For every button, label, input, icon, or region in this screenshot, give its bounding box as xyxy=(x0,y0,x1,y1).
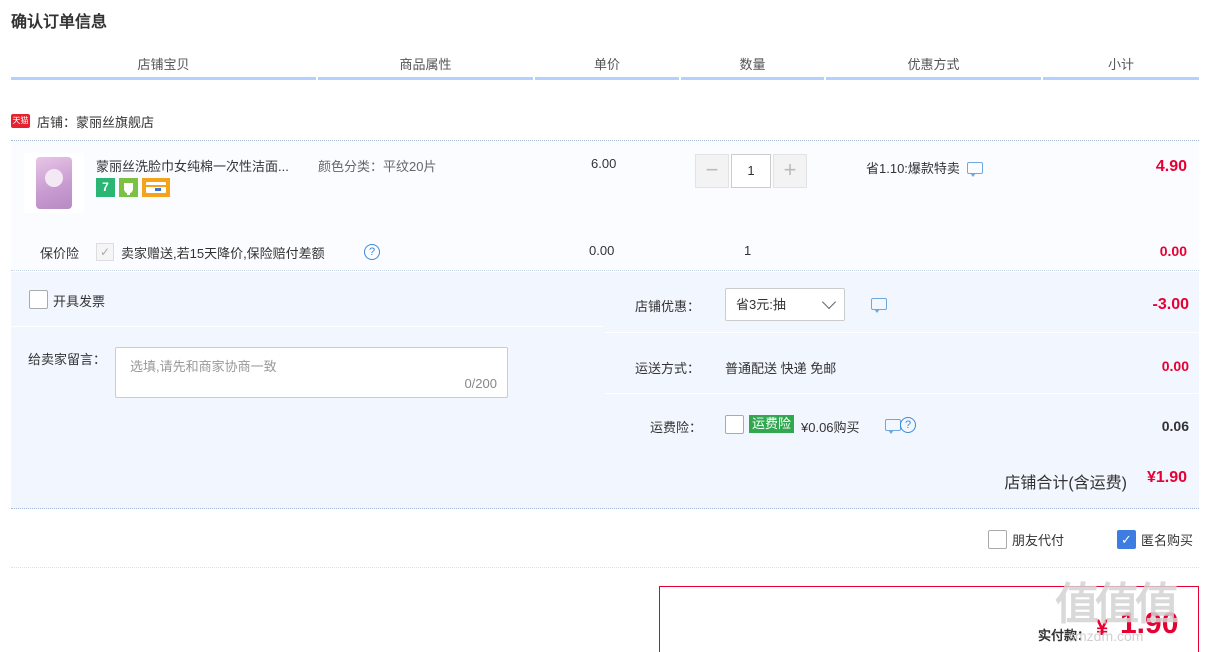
credit-card-icon[interactable] xyxy=(142,178,170,197)
freight-insurance-value: 0.06 xyxy=(1161,418,1189,434)
freight-insurance-checkbox[interactable] xyxy=(725,415,744,434)
shipping-label: 运送方式： xyxy=(635,361,701,376)
column-header-qty: 数量 xyxy=(681,52,824,80)
insurance-subtotal: 0.00 xyxy=(1159,243,1187,259)
comment-icon[interactable] xyxy=(885,419,901,434)
insurance-qty: 1 xyxy=(744,243,752,258)
shop-line: 天猫 店铺：蒙丽丝旗舰店 xyxy=(11,110,154,132)
shipping-value: 0.00 xyxy=(1161,358,1189,374)
freight-insurance-tag: 运费险 xyxy=(749,415,795,433)
shop-discount-row: 店铺优惠： 省3元:抽 -3.00 xyxy=(605,272,1199,333)
shop-total-value: ¥1.90 xyxy=(1146,469,1187,486)
invoice-label[interactable]: 开具发票 xyxy=(53,291,105,310)
friend-pay-checkbox[interactable] xyxy=(988,530,1007,549)
buyer-options: 开具发票 给卖家留言： 选填,请先和商家协商一致 0/200 xyxy=(11,272,603,447)
product-attribute: 颜色分类：平纹20片 xyxy=(318,159,437,174)
item-subtotal: 4.90 xyxy=(1155,158,1187,175)
message-input[interactable]: 选填,请先和商家协商一致 0/200 xyxy=(115,347,508,398)
comment-icon[interactable] xyxy=(871,298,887,313)
column-header-item: 店铺宝贝 xyxy=(11,52,316,80)
anonymous-checkbox[interactable]: ✓ xyxy=(1117,530,1136,549)
increase-button[interactable]: + xyxy=(773,154,807,188)
insurance-checkbox[interactable]: ✓ xyxy=(96,243,114,261)
order-options-panel: 开具发票 给卖家留言： 选填,请先和商家协商一致 0/200 店铺优惠： 省3元… xyxy=(11,272,1199,447)
insurance-price: 0.00 xyxy=(589,243,615,258)
shop-discount-select[interactable]: 省3元:抽 xyxy=(725,288,845,321)
message-label: 给卖家留言： xyxy=(28,352,107,367)
shop-name[interactable]: 店铺：蒙丽丝旗舰店 xyxy=(37,112,154,131)
freight-insurance-label: 运费险： xyxy=(650,420,703,435)
unit-price: 6.00 xyxy=(591,156,617,171)
invoice-row: 开具发票 xyxy=(11,272,603,327)
shop-discount-value: -3.00 xyxy=(1152,296,1189,313)
product-thumbnail[interactable] xyxy=(24,153,84,213)
help-icon[interactable]: ? xyxy=(364,244,380,260)
guarantee-icon[interactable] xyxy=(119,178,138,197)
shipping-row: 运送方式： 普通配送 快递 免邮 0.00 xyxy=(605,334,1199,394)
payment-options-row: 朋友代付 ✓ 匿名购买 xyxy=(11,510,1199,568)
7-day-return-icon[interactable]: 7 xyxy=(96,178,115,197)
page-title: 确认订单信息 xyxy=(11,14,108,31)
column-header-promo: 优惠方式 xyxy=(826,52,1041,80)
insurance-text: 卖家赠送,若15天降价,保险赔付差额 xyxy=(121,246,325,261)
quantity-input[interactable]: 1 xyxy=(731,154,771,188)
decrease-button[interactable]: − xyxy=(695,154,729,188)
promotion-text: 省1.10:爆款特卖 xyxy=(866,161,960,176)
watermark-sub: smzdm.com xyxy=(1068,628,1144,644)
shop-discount-selected: 省3元:抽 xyxy=(736,297,786,312)
order-item-row: 蒙丽丝洗脸巾女纯棉一次性洁面... 7 颜色分类：平纹20片 6.00 − 1 … xyxy=(11,141,1199,271)
column-header-attribute: 商品属性 xyxy=(318,52,533,80)
message-char-count: 0/200 xyxy=(464,376,497,391)
column-header-price: 单价 xyxy=(535,52,679,80)
shop-options: 店铺优惠： 省3元:抽 -3.00 运送方式： 普通配送 快递 免邮 0.00 … xyxy=(605,272,1199,447)
help-icon[interactable]: ? xyxy=(900,417,916,433)
message-placeholder: 选填,请先和商家协商一致 xyxy=(130,359,277,374)
comment-icon[interactable] xyxy=(966,161,983,177)
tmall-icon: 天猫 xyxy=(11,114,30,128)
product-name-link[interactable]: 蒙丽丝洗脸巾女纯棉一次性洁面... xyxy=(96,156,289,175)
chevron-down-icon xyxy=(821,294,837,310)
anonymous-option[interactable]: ✓ 匿名购买 xyxy=(1117,530,1193,549)
freight-insurance-price: ¥0.06购买 xyxy=(801,420,860,435)
shop-total-bar: 店铺合计(含运费) ¥1.90 xyxy=(11,447,1199,509)
insurance-label: 保价险 xyxy=(40,246,80,261)
invoice-checkbox[interactable] xyxy=(29,290,48,309)
watermark: 值值值 xyxy=(1055,580,1179,629)
quantity-stepper: − 1 + xyxy=(695,154,807,188)
anonymous-label[interactable]: 匿名购买 xyxy=(1141,530,1193,549)
friend-pay-option[interactable]: 朋友代付 xyxy=(988,530,1064,549)
freight-insurance-row: 运费险： 运费险 ¥0.06购买 ? 0.06 xyxy=(605,395,1199,455)
service-badges: 7 xyxy=(96,178,170,197)
column-header-subtotal: 小计 xyxy=(1043,52,1199,80)
column-header-row: 店铺宝贝 商品属性 单价 数量 优惠方式 小计 xyxy=(11,52,1199,80)
promotion: 省1.10:爆款特卖 xyxy=(866,158,983,177)
shop-total-label: 店铺合计(含运费) xyxy=(1004,475,1127,492)
shipping-method: 普通配送 快递 免邮 xyxy=(725,361,837,376)
shop-discount-label: 店铺优惠： xyxy=(635,299,701,314)
friend-pay-label[interactable]: 朋友代付 xyxy=(1012,530,1064,549)
